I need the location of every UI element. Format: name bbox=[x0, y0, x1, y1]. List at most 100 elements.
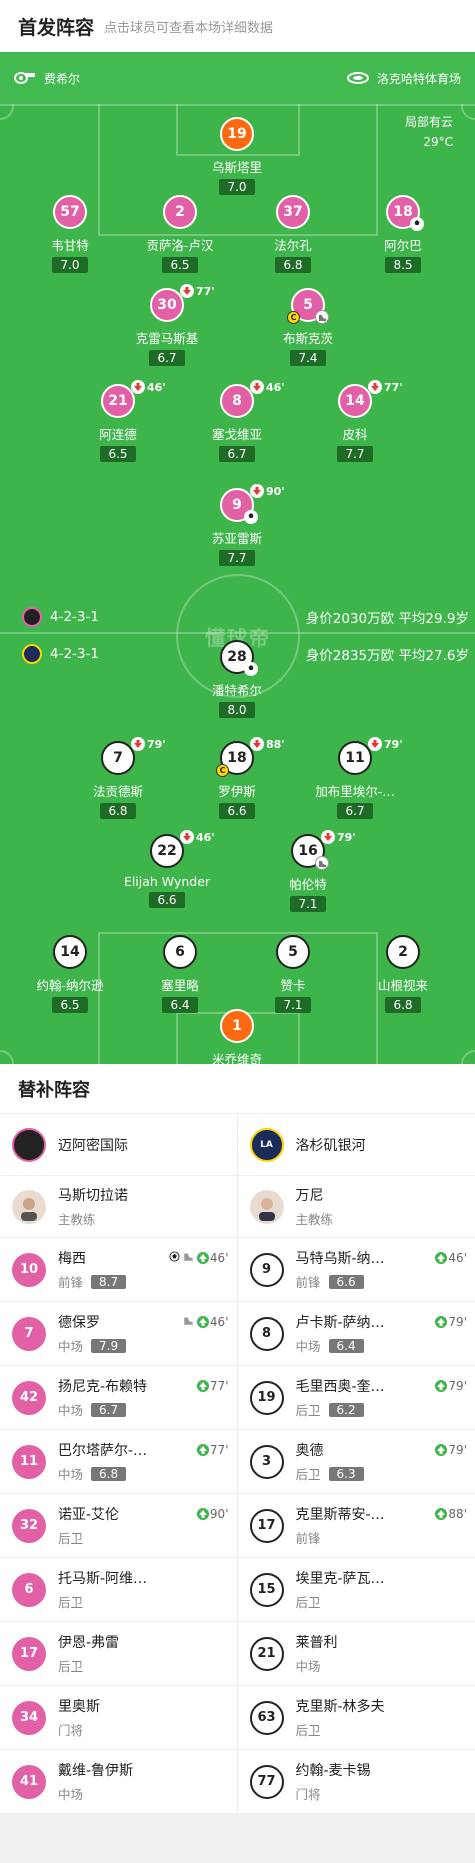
away-sub-row[interactable]: 15 埃里克-萨瓦… 后卫 bbox=[237, 1558, 475, 1622]
sub-position: 前锋 bbox=[58, 1275, 84, 1290]
sub-info: 伊恩-弗雷 后卫 bbox=[58, 1632, 119, 1675]
sub-time: 79' bbox=[384, 737, 403, 751]
goal-ball-icon bbox=[169, 1251, 180, 1265]
sub-position: 中场 bbox=[58, 1339, 84, 1354]
home-player-0[interactable]: 19 乌斯塔里 7.0 bbox=[177, 117, 297, 195]
away-player-10[interactable]: 1米乔维奇7.3 bbox=[177, 1009, 297, 1064]
away-player-0[interactable]: 28 潘特希尔 8.0 bbox=[177, 640, 297, 718]
sub-number: 34 bbox=[19, 1710, 39, 1725]
away-player-1[interactable]: 7 79' 法贡德斯 6.8 bbox=[58, 737, 178, 819]
home-sub-row[interactable]: 6 托马斯-阿维… 后卫 bbox=[0, 1558, 237, 1622]
page-footer bbox=[0, 1814, 475, 1862]
sub-rating: 6.2 bbox=[328, 1402, 364, 1417]
home-player-5[interactable]: 30 77' 克雷马斯基 6.7 bbox=[107, 284, 227, 366]
la-galaxy-logo-icon bbox=[22, 644, 42, 664]
away-sub-row[interactable]: 3 奥德 后卫 6.3 79' bbox=[237, 1430, 475, 1494]
home-player-8[interactable]: 8 46' 塞戈维亚 6.7 bbox=[177, 380, 297, 462]
away-sub-row[interactable]: 17 克里斯蒂安-… 前锋 88' bbox=[237, 1494, 475, 1558]
away-sub-row[interactable]: 77 约翰-麦卡锡 门将 bbox=[237, 1750, 475, 1814]
sub-number-badge: 3 bbox=[249, 1444, 284, 1479]
home-sub-row[interactable]: 41 戴维-鲁伊斯 中场 bbox=[0, 1750, 237, 1814]
away-team-row[interactable]: LA 洛杉矶银河 bbox=[237, 1114, 475, 1176]
home-player-1[interactable]: 57 韦甘特 7.0 bbox=[10, 195, 130, 273]
goal-ball-icon bbox=[410, 217, 424, 231]
home-coach-row[interactable]: 马斯切拉诺 主教练 bbox=[0, 1176, 237, 1238]
sub-number-badge: 6 bbox=[12, 1572, 46, 1607]
inter-miami-logo-icon bbox=[22, 607, 42, 627]
sub-position-line: 中场 bbox=[58, 1784, 133, 1803]
sub-number-badge: 7 bbox=[12, 1316, 46, 1351]
home-player-7[interactable]: 21 46' 阿连德 6.5 bbox=[58, 380, 178, 462]
player-name: 法尔孔 bbox=[274, 238, 312, 253]
away-player-9[interactable]: 2 山根视来 6.8 bbox=[343, 935, 463, 1013]
sub-position-line: 后卫 bbox=[58, 1656, 119, 1675]
player-number: 30 bbox=[157, 297, 177, 313]
away-coach-row[interactable]: 万尼 主教练 bbox=[237, 1176, 475, 1238]
home-sub-row[interactable]: 17 伊恩-弗雷 后卫 bbox=[0, 1622, 237, 1686]
away-sub-row[interactable]: 19 毛里西奥-奎… 后卫 6.2 79' bbox=[237, 1366, 475, 1430]
away-player-8[interactable]: 5 赞卡 7.1 bbox=[233, 935, 353, 1013]
sub-info: 约翰-麦卡锡 门将 bbox=[296, 1760, 371, 1803]
away-player-4[interactable]: 22 46' Elijah Wynder 6.6 bbox=[107, 830, 227, 908]
sub-position-line: 中场 6.8 bbox=[58, 1464, 147, 1483]
player-name: Elijah Wynder bbox=[123, 874, 211, 889]
player-number-badge: 18 88' C bbox=[216, 737, 285, 777]
away-player-2[interactable]: 18 88' C 罗伊斯 6.6 bbox=[177, 737, 297, 819]
away-sub-row[interactable]: 21 莱普利 中场 bbox=[237, 1622, 475, 1686]
player-name: 约翰-纳尔逊 bbox=[36, 978, 104, 993]
sub-info: 毛里西奥-奎… 后卫 6.2 bbox=[296, 1376, 385, 1419]
home-sub-row[interactable]: 42 扬尼克-布赖特 中场 6.7 77' bbox=[0, 1366, 237, 1430]
away-player-6[interactable]: 14 约翰-纳尔逊 6.5 bbox=[10, 935, 130, 1013]
home-player-10[interactable]: 9 90' 苏亚雷斯 7.7 bbox=[177, 484, 297, 566]
sub-name: 卢卡斯-萨纳… bbox=[295, 1315, 385, 1331]
player-number-badge: 5C bbox=[287, 288, 329, 324]
home-player-4[interactable]: 18 阿尔巴 8.5 bbox=[343, 195, 463, 273]
sub-out-icon bbox=[131, 737, 145, 751]
home-sub-row[interactable]: 11 巴尔塔萨尔-… 中场 6.8 77' bbox=[0, 1430, 237, 1494]
person-icon bbox=[258, 1197, 275, 1221]
goal-ball-icon bbox=[244, 662, 258, 676]
away-sub-row[interactable]: 9 马特乌斯-纳… 前锋 6.6 46' bbox=[237, 1238, 475, 1302]
home-sub-row[interactable]: 34 里奥斯 门将 bbox=[0, 1686, 237, 1750]
sub-position-line: 前锋 8.7 bbox=[58, 1272, 127, 1291]
away-player-5[interactable]: 16 79' 帕伦特 7.1 bbox=[248, 830, 368, 912]
player-rating: 6.8 bbox=[385, 997, 421, 1013]
sub-position-line: 前锋 bbox=[296, 1528, 385, 1547]
home-sub-row[interactable]: 32 诺亚-艾伦 后卫 90' bbox=[0, 1494, 237, 1558]
sub-number: 17 bbox=[257, 1518, 276, 1533]
away-player-7[interactable]: 6 塞里略 6.4 bbox=[120, 935, 240, 1013]
sub-out-indicator: 79' bbox=[368, 737, 403, 751]
sub-position-line: 后卫 bbox=[58, 1592, 147, 1611]
away-player-3[interactable]: 11 79' 加布里埃尔-… 6.7 bbox=[295, 737, 415, 819]
sub-in-time: 77' bbox=[209, 1443, 229, 1457]
player-number: 18 bbox=[393, 204, 413, 220]
home-age: 平均29.9岁 bbox=[398, 611, 469, 627]
sub-position-line: 中场 6.7 bbox=[58, 1400, 147, 1419]
player-number: 37 bbox=[283, 204, 303, 220]
home-player-9[interactable]: 14 77' 皮科 7.7 bbox=[295, 380, 415, 462]
home-player-2[interactable]: 2 贡萨洛-卢汉 6.5 bbox=[120, 195, 240, 273]
sub-in-icon bbox=[196, 1380, 209, 1392]
player-number: 14 bbox=[345, 393, 365, 409]
sub-name: 克里斯-林多夫 bbox=[295, 1699, 385, 1715]
sub-in-icon bbox=[196, 1508, 209, 1520]
player-rating: 6.6 bbox=[219, 803, 255, 819]
pitch: 费希尔 洛克哈特体育场 局部有云 29°C 懂球帝 4-2-3-1 身价2030… bbox=[0, 52, 475, 1064]
player-number-badge: 5 bbox=[276, 935, 310, 969]
home-sub-row[interactable]: 7 德保罗 中场 7.9 46' bbox=[0, 1302, 237, 1366]
sub-info: 卢卡斯-萨纳… 中场 6.4 bbox=[296, 1312, 385, 1355]
home-sub-row[interactable]: 10 梅西 前锋 8.7 46' bbox=[0, 1238, 237, 1302]
sub-in-icon bbox=[435, 1444, 448, 1456]
sub-position-line: 后卫 bbox=[58, 1528, 119, 1547]
away-sub-row[interactable]: 8 卢卡斯-萨纳… 中场 6.4 79' bbox=[237, 1302, 475, 1366]
player-name: 皮科 bbox=[342, 427, 368, 442]
sub-name: 马特乌斯-纳… bbox=[295, 1251, 385, 1267]
home-player-3[interactable]: 37 法尔孔 6.8 bbox=[233, 195, 353, 273]
away-sub-row[interactable]: 63 克里斯-林多夫 后卫 bbox=[237, 1686, 475, 1750]
home-team-row[interactable]: 迈阿密国际 bbox=[0, 1114, 237, 1176]
home-player-6[interactable]: 5 C 布斯克茨 7.4 bbox=[248, 288, 368, 366]
sub-out-icon bbox=[180, 830, 194, 844]
page-title: 首发阵容 bbox=[18, 16, 95, 39]
sub-number: 32 bbox=[19, 1518, 39, 1533]
sub-in-time: 46' bbox=[448, 1251, 467, 1265]
